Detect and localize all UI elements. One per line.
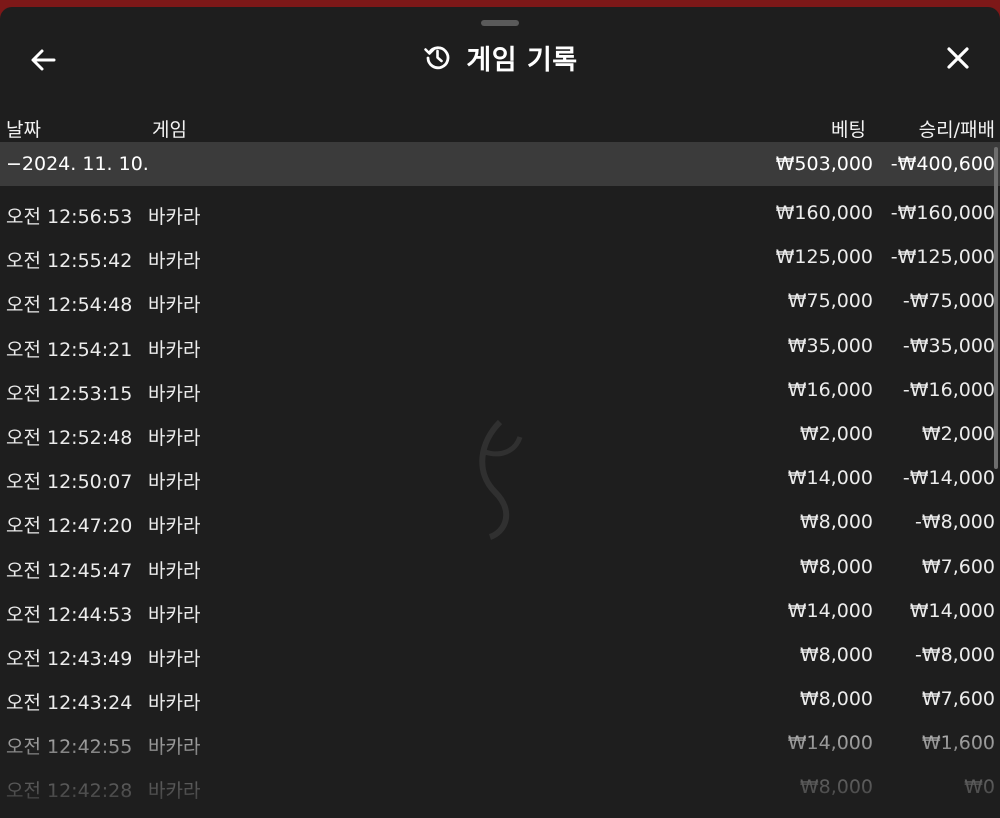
row-time: 오전 12:54:48 — [6, 294, 133, 317]
row-result: -₩35,000 — [902, 334, 995, 357]
group-bet-total: ₩503,000 — [775, 153, 873, 175]
group-result-total: -₩400,600 — [890, 153, 995, 175]
row-bet: ₩8,000 — [799, 688, 873, 711]
row-time: 오전 12:47:20 — [6, 515, 133, 538]
scrollbar[interactable] — [994, 147, 998, 469]
row-game: 바카라 — [148, 515, 201, 538]
row-result: ₩1,600 — [921, 732, 995, 755]
row-game: 바카라 — [148, 603, 201, 626]
row-game: 바카라 — [148, 736, 201, 759]
table-row[interactable]: 오전 12:54:48 바카라 ₩75,000 -₩75,000 — [0, 278, 1000, 322]
table-row[interactable]: 오전 12:42:28 바카라 ₩8,000 ₩0 — [0, 764, 1000, 808]
row-result: -₩75,000 — [902, 290, 995, 313]
row-time: 오전 12:45:47 — [6, 559, 133, 582]
column-header-game: 게임 — [152, 119, 187, 141]
row-result: ₩2,000 — [921, 422, 995, 445]
table-row[interactable]: 오전 12:55:42 바카라 ₩125,000 -₩125,000 — [0, 234, 1000, 278]
sheet-title: 게임 기록 — [0, 37, 1000, 77]
table-row[interactable]: 오전 12:43:24 바카라 ₩8,000 ₩7,600 — [0, 676, 1000, 720]
row-result: -₩125,000 — [890, 246, 995, 269]
row-result: -₩14,000 — [902, 467, 995, 490]
row-time: 오전 12:56:53 — [6, 206, 133, 228]
table-row[interactable]: 오전 12:50:07 바카라 ₩14,000 -₩14,000 — [0, 455, 1000, 499]
row-time: 오전 12:43:49 — [6, 647, 133, 670]
row-game: 바카라 — [148, 250, 201, 273]
row-result: ₩14,000 — [909, 599, 995, 622]
table-row[interactable]: 오전 12:42:55 바카라 ₩14,000 ₩1,600 — [0, 720, 1000, 764]
row-time: 오전 12:43:24 — [6, 692, 133, 715]
row-bet: ₩14,000 — [787, 599, 873, 622]
history-list: 오전 12:56:53 바카라 ₩160,000 -₩160,000 오전 12… — [0, 190, 1000, 809]
table-row[interactable]: 오전 12:56:53 바카라 ₩160,000 -₩160,000 — [0, 190, 1000, 234]
table-row[interactable]: 오전 12:47:20 바카라 ₩8,000 -₩8,000 — [0, 499, 1000, 543]
row-bet: ₩2,000 — [799, 422, 873, 445]
row-time: 오전 12:55:42 — [6, 250, 133, 273]
row-bet: ₩8,000 — [799, 643, 873, 666]
row-bet: ₩16,000 — [787, 378, 873, 401]
row-bet: ₩8,000 — [799, 555, 873, 578]
row-result: ₩7,600 — [921, 555, 995, 578]
column-header-date: 날짜 — [6, 119, 41, 141]
row-time: 오전 12:42:55 — [6, 736, 133, 759]
close-button[interactable] — [943, 43, 973, 73]
row-bet: ₩8,000 — [799, 511, 873, 534]
row-game: 바카라 — [148, 647, 201, 670]
column-header-bet: 베팅 — [831, 119, 866, 141]
row-game: 바카라 — [148, 471, 201, 494]
row-game: 바카라 — [148, 294, 201, 317]
row-bet: ₩160,000 — [775, 202, 873, 224]
row-result: -₩16,000 — [902, 378, 995, 401]
page-title: 게임 기록 — [466, 44, 578, 76]
group-date: −2024. 11. 10. — [6, 153, 149, 175]
row-time: 오전 12:54:21 — [6, 338, 133, 361]
game-history-sheet: 게임 기록 날짜 게임 베팅 승리/패배 −2024. 11. 10. ₩503… — [0, 7, 1000, 818]
row-game: 바카라 — [148, 206, 201, 228]
row-result: ₩7,600 — [921, 688, 995, 711]
table-row[interactable]: 오전 12:43:49 바카라 ₩8,000 -₩8,000 — [0, 632, 1000, 676]
row-result: ₩0 — [964, 776, 995, 799]
date-group-row[interactable]: −2024. 11. 10. ₩503,000 -₩400,600 — [0, 142, 1000, 186]
drag-handle[interactable] — [481, 20, 519, 26]
table-row[interactable]: 오전 12:44:53 바카라 ₩14,000 ₩14,000 — [0, 588, 1000, 632]
row-bet: ₩35,000 — [787, 334, 873, 357]
row-bet: ₩14,000 — [787, 732, 873, 755]
table-row[interactable]: 오전 12:54:21 바카라 ₩35,000 -₩35,000 — [0, 323, 1000, 367]
row-game: 바카라 — [148, 382, 201, 405]
row-bet: ₩125,000 — [775, 246, 873, 269]
row-bet: ₩75,000 — [787, 290, 873, 313]
history-icon — [424, 46, 450, 70]
row-time: 오전 12:44:53 — [6, 603, 133, 626]
table-header: 날짜 게임 베팅 승리/패배 — [0, 113, 1000, 143]
row-time: 오전 12:52:48 — [6, 426, 133, 449]
row-time: 오전 12:53:15 — [6, 382, 133, 405]
row-result: -₩8,000 — [914, 511, 995, 534]
row-game: 바카라 — [148, 692, 201, 715]
row-game: 바카라 — [148, 338, 201, 361]
row-game: 바카라 — [148, 426, 201, 449]
row-result: -₩160,000 — [890, 202, 995, 224]
row-time: 오전 12:50:07 — [6, 471, 133, 494]
row-result: -₩8,000 — [914, 643, 995, 666]
row-game: 바카라 — [148, 559, 201, 582]
row-bet: ₩14,000 — [787, 467, 873, 490]
close-icon — [947, 47, 969, 69]
row-bet: ₩8,000 — [799, 776, 873, 799]
row-game: 바카라 — [148, 780, 201, 803]
column-header-result: 승리/패배 — [918, 119, 995, 141]
row-time: 오전 12:42:28 — [6, 780, 133, 803]
table-row[interactable]: 오전 12:45:47 바카라 ₩8,000 ₩7,600 — [0, 544, 1000, 588]
table-row[interactable]: 오전 12:53:15 바카라 ₩16,000 -₩16,000 — [0, 367, 1000, 411]
table-row[interactable]: 오전 12:52:48 바카라 ₩2,000 ₩2,000 — [0, 411, 1000, 455]
